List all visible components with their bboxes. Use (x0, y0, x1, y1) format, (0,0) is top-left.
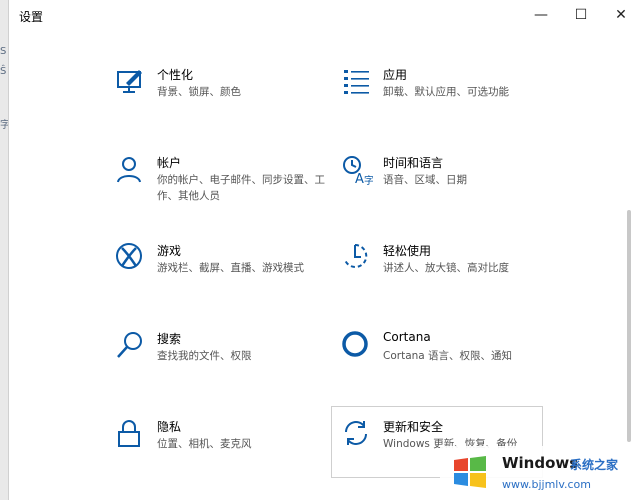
tile-name: 搜索 (157, 332, 182, 346)
background-mark: S (0, 46, 7, 57)
minimize-button[interactable]: — (521, 0, 561, 30)
tile-gaming[interactable]: 游戏 游戏栏、截屏、直播、游戏模式 (115, 242, 325, 312)
maximize-button[interactable]: ☐ (561, 0, 601, 30)
tile-name: 应用 (383, 68, 408, 82)
window-title: 设置 (19, 10, 44, 24)
xbox-icon (116, 243, 142, 269)
watermark-url: www.bjjmlv.com (502, 478, 591, 491)
lock-icon (118, 420, 140, 447)
windows-logo-icon (454, 456, 486, 488)
tile-name: 轻松使用 (383, 244, 432, 258)
tile-name: 更新和安全 (383, 420, 444, 434)
tile-desc: 你的帐户、电子邮件、同步设置、工作、其他人员 (157, 174, 325, 202)
tile-time-language[interactable]: A 字 时间和语言 语音、区域、日期 (341, 154, 551, 224)
tile-desc: Cortana 语言、权限、通知 (383, 350, 513, 362)
background-window-edge: S Ŝ 字 (0, 0, 10, 500)
account-icon (117, 157, 141, 183)
settings-window: 设置 — ☐ ✕ 个性化 背景、锁屏、颜色 应用 卸载、默认应用、可选功能 帐户… (8, 0, 640, 500)
tile-desc: 查找我的文件、权限 (157, 350, 252, 362)
apps-icon (344, 70, 369, 94)
tile-desc: 游戏栏、截屏、直播、游戏模式 (157, 262, 304, 274)
search-icon (117, 332, 142, 358)
ease-of-access-icon (344, 243, 368, 268)
tile-name: 时间和语言 (383, 156, 444, 170)
cortana-icon (342, 331, 368, 357)
title-bar[interactable]: 设置 — ☐ ✕ (9, 0, 640, 30)
watermark: Windows 系统之家 www.bjjmlv.com (440, 446, 640, 500)
tile-name: 游戏 (157, 244, 182, 258)
tile-desc: 卸载、默认应用、可选功能 (383, 86, 509, 98)
tile-name: 隐私 (157, 420, 182, 434)
tile-ease-of-access[interactable]: 轻松使用 讲述人、放大镜、高对比度 (341, 242, 551, 312)
tile-desc: 语音、区域、日期 (383, 174, 467, 186)
update-icon (345, 421, 367, 445)
tile-personalization[interactable]: 个性化 背景、锁屏、颜色 (115, 66, 325, 136)
svg-text:字: 字 (364, 174, 373, 186)
tile-cortana[interactable]: Cortana Cortana 语言、权限、通知 (341, 330, 551, 400)
scrollbar[interactable] (627, 210, 631, 442)
watermark-brand: Windows (502, 454, 579, 472)
personalization-icon (117, 70, 142, 93)
tile-desc: 背景、锁屏、颜色 (157, 86, 241, 98)
tile-privacy[interactable]: 隐私 位置、相机、麦克风 (115, 418, 325, 488)
tile-accounts[interactable]: 帐户 你的帐户、电子邮件、同步设置、工作、其他人员 (115, 154, 325, 224)
close-button[interactable]: ✕ (601, 0, 640, 30)
tile-name: 帐户 (157, 156, 182, 170)
tile-desc: 讲述人、放大镜、高对比度 (383, 262, 509, 274)
background-mark: Ŝ (0, 66, 7, 77)
tile-search[interactable]: 搜索 查找我的文件、权限 (115, 330, 325, 400)
tile-desc: 位置、相机、麦克风 (157, 438, 252, 450)
watermark-sub: 系统之家 (570, 458, 619, 472)
tile-apps[interactable]: 应用 卸载、默认应用、可选功能 (341, 66, 551, 136)
svg-text:A: A (355, 172, 364, 186)
time-language-icon: A 字 (343, 156, 373, 186)
tile-name: 个性化 (157, 68, 194, 82)
tile-name: Cortana (383, 330, 431, 344)
